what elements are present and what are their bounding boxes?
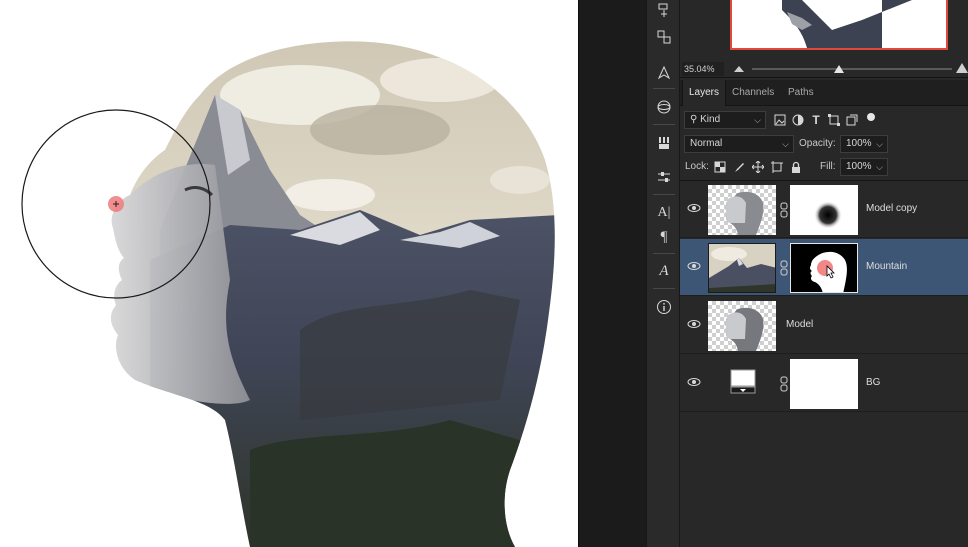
visibility-eye-icon[interactable]	[687, 201, 701, 215]
adjustments-icon[interactable]	[653, 166, 675, 188]
chevron-down-icon: ⌵	[754, 115, 761, 125]
navigator-panel: 35.04%	[680, 0, 968, 78]
paths-icon[interactable]	[653, 26, 675, 48]
opacity-label: Opacity:	[799, 138, 836, 149]
filter-kind-dropdown[interactable]: ⚲ Kind ⌵	[684, 111, 766, 129]
panels-column: 35.04% Layers Channels Paths ⚲ Kind ⌵ T	[680, 0, 968, 547]
visibility-eye-icon[interactable]	[687, 375, 701, 389]
paragraph-icon[interactable]: ¶	[653, 226, 675, 248]
zoom-slider[interactable]	[752, 68, 952, 70]
blend-mode-value: Normal	[690, 138, 723, 149]
layer-thumbnail[interactable]	[708, 301, 776, 351]
layer-row-bg[interactable]: BG	[680, 355, 968, 412]
lock-pixels-icon[interactable]	[732, 159, 746, 175]
chevron-down-icon: ⌵	[782, 139, 789, 149]
lock-all-icon[interactable]	[789, 159, 803, 175]
filter-toggle-icon[interactable]	[864, 109, 878, 125]
blend-row: Normal ⌵ Opacity: 100% ⌵	[680, 134, 968, 156]
tab-layers[interactable]: Layers	[682, 80, 727, 106]
clone-source-icon[interactable]	[653, 0, 675, 22]
opacity-field[interactable]: 100% ⌵	[840, 135, 888, 153]
opacity-value: 100%	[846, 138, 872, 149]
layers-list: Model copy Mountain Model BG	[680, 180, 968, 412]
panel-icon-strip: A| ¶ A	[646, 0, 680, 547]
layer-filter-row: ⚲ Kind ⌵ T	[680, 110, 968, 132]
layer-name[interactable]: Mountain	[866, 261, 907, 272]
tab-paths[interactable]: Paths	[782, 80, 820, 106]
layer-thumbnail[interactable]	[708, 185, 776, 235]
3d-icon[interactable]	[653, 96, 675, 118]
filter-pixel-icon[interactable]	[773, 112, 787, 128]
document-canvas[interactable]	[0, 0, 578, 547]
panel-tabs: Layers Channels Paths	[680, 80, 968, 106]
search-icon: ⚲	[690, 114, 701, 125]
chevron-down-icon: ⌵	[876, 162, 883, 172]
zoom-level[interactable]: 35.04%	[682, 62, 724, 76]
filter-kind-label: Kind	[700, 114, 721, 125]
glyphs-icon[interactable]: A	[653, 260, 675, 282]
filter-adjustment-icon[interactable]	[791, 112, 805, 128]
layer-name[interactable]: Model copy	[866, 203, 917, 214]
zoom-in-icon[interactable]	[956, 61, 968, 73]
zoom-slider-handle[interactable]	[834, 65, 844, 73]
blend-mode-dropdown[interactable]: Normal ⌵	[684, 135, 794, 153]
lock-position-icon[interactable]	[751, 159, 765, 175]
layer-mask-thumbnail[interactable]	[790, 243, 858, 293]
filter-shape-icon[interactable]	[827, 112, 841, 128]
visibility-eye-icon[interactable]	[687, 259, 701, 273]
link-chain-icon[interactable]	[779, 260, 789, 276]
link-chain-icon[interactable]	[779, 202, 789, 218]
character-icon[interactable]: A|	[653, 202, 675, 224]
layer-mask-thumbnail[interactable]	[790, 359, 858, 409]
info-icon[interactable]	[653, 296, 675, 318]
navigator-preview[interactable]	[730, 0, 948, 50]
lock-row: Lock: Fill: 100% ⌵	[680, 157, 968, 179]
fill-value: 100%	[846, 161, 872, 172]
visibility-eye-icon[interactable]	[687, 317, 701, 331]
navigator-icon[interactable]	[653, 62, 675, 84]
filter-type-icon[interactable]: T	[809, 112, 823, 128]
brush-presets-icon[interactable]	[653, 132, 675, 154]
tab-channels[interactable]: Channels	[726, 80, 780, 106]
lock-artboard-icon[interactable]	[770, 159, 784, 175]
link-chain-icon[interactable]	[779, 376, 789, 392]
layer-row-mountain[interactable]: Mountain	[680, 239, 968, 296]
layer-row-model[interactable]: Model	[680, 297, 968, 354]
fill-label: Fill:	[820, 161, 836, 172]
layer-row-model-copy[interactable]: Model copy	[680, 181, 968, 238]
double-exposure-artwork	[0, 0, 578, 547]
solid-fill-icon[interactable]	[730, 369, 756, 395]
zoom-out-icon[interactable]	[734, 64, 744, 72]
layer-mask-thumbnail[interactable]	[790, 185, 858, 235]
lock-label: Lock:	[685, 161, 709, 172]
workspace-gutter	[578, 0, 646, 547]
lock-transparent-icon[interactable]	[713, 159, 727, 175]
layer-thumbnail[interactable]	[708, 243, 776, 293]
layer-name[interactable]: BG	[866, 377, 880, 388]
filter-smart-object-icon[interactable]	[845, 112, 859, 128]
layers-panel-empty-area	[680, 412, 968, 547]
layer-name[interactable]: Model	[786, 319, 813, 330]
fill-field[interactable]: 100% ⌵	[840, 158, 888, 176]
chevron-down-icon: ⌵	[876, 139, 883, 149]
